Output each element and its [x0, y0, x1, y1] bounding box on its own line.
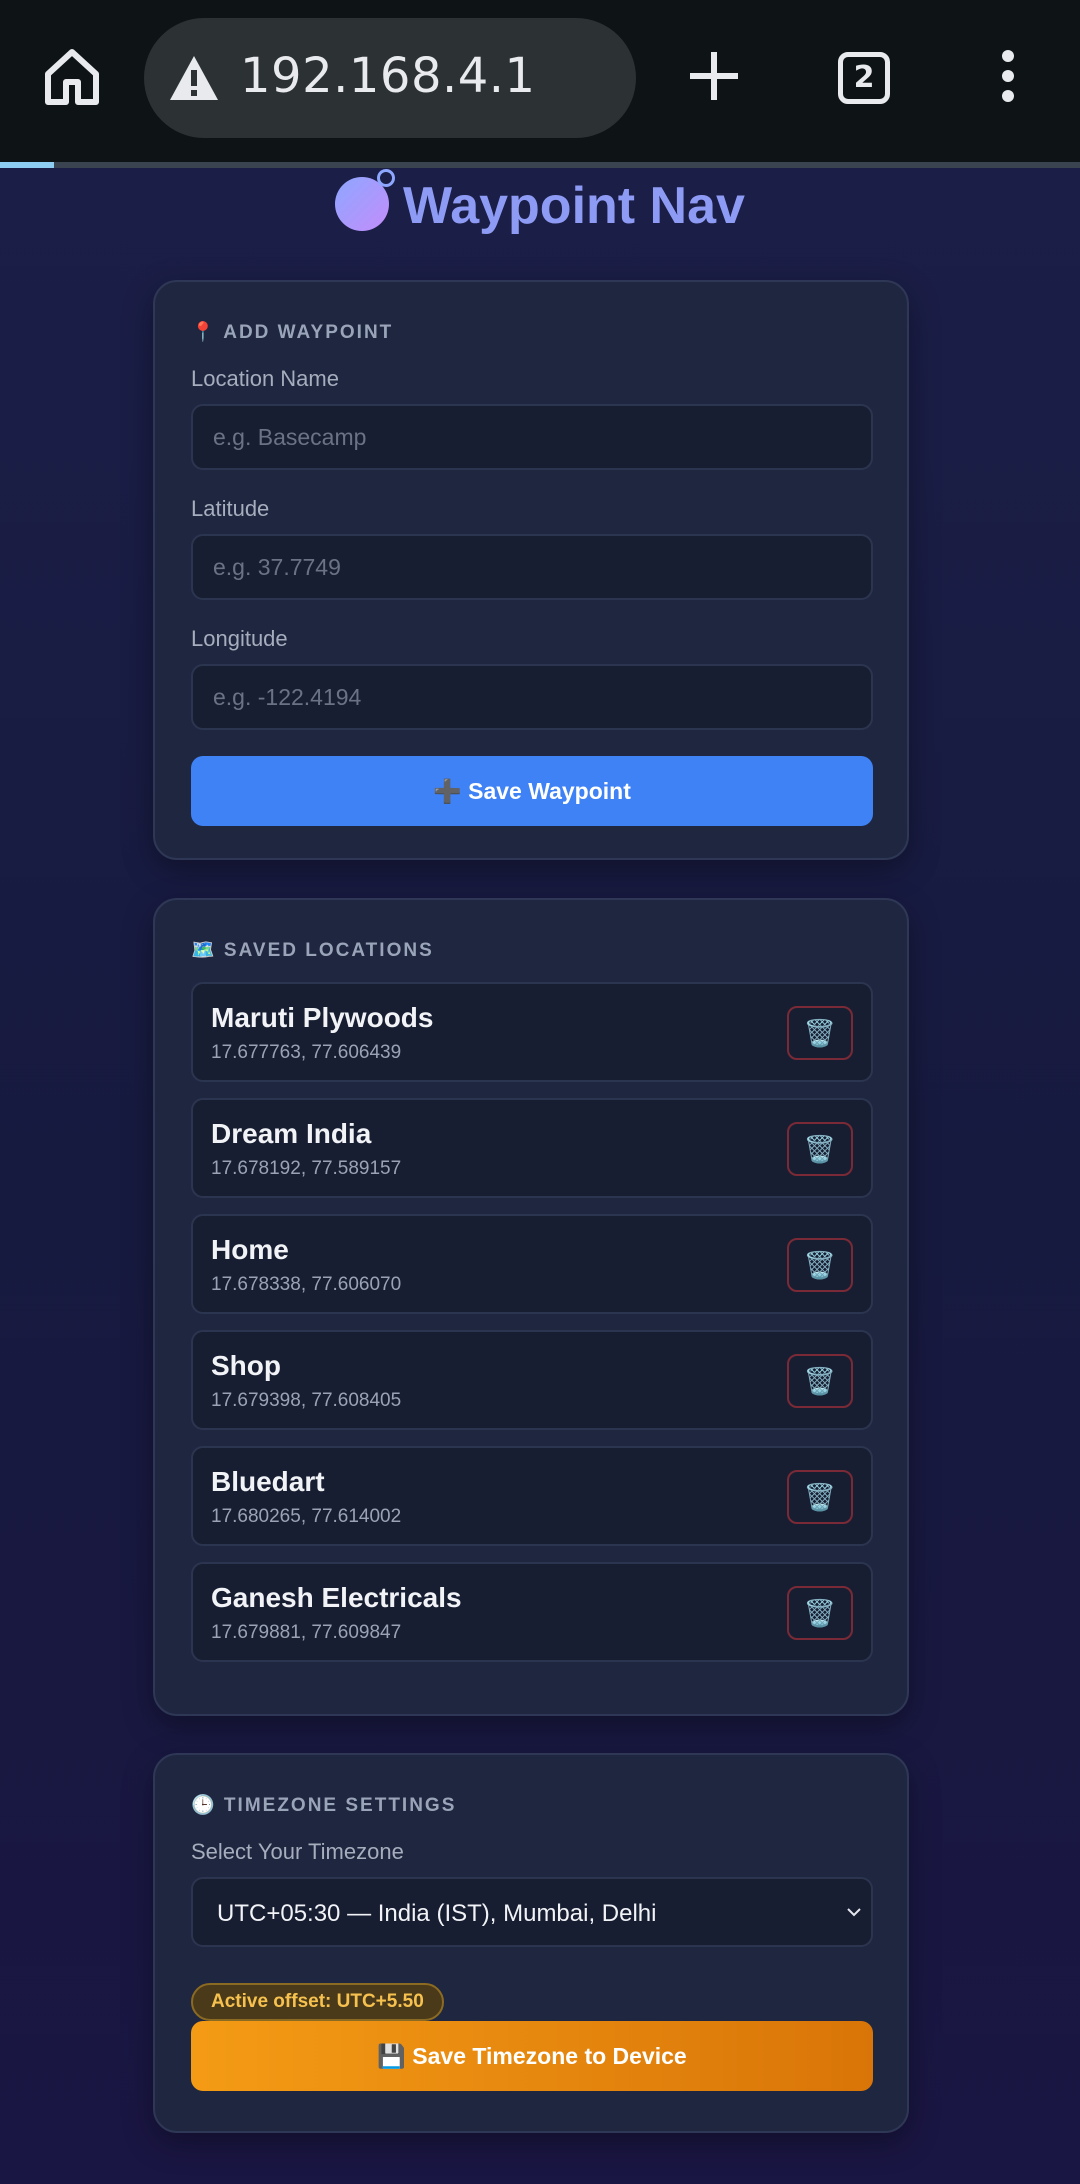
saved-location-item[interactable]: Home 17.678338, 77.606070 🗑️	[191, 1214, 873, 1314]
saved-location-item[interactable]: Dream India 17.678192, 77.589157 🗑️	[191, 1098, 873, 1198]
trash-icon[interactable]: 🗑️	[787, 1122, 853, 1176]
saved-location-coords: 17.680265, 77.614002	[211, 1506, 402, 1527]
url-text[interactable]: 192.168.4.1	[240, 48, 536, 104]
saved-location-name: Maruti Plywoods	[211, 1002, 434, 1033]
saved-location-coords: 17.678192, 77.589157	[211, 1158, 402, 1179]
active-offset-badge: Active offset: UTC+5.50	[191, 1983, 444, 2021]
trash-icon[interactable]: 🗑️	[787, 1006, 853, 1060]
trash-icon[interactable]: 🗑️	[787, 1354, 853, 1408]
timezone-header: 🕒 TIMEZONE SETTINGS	[191, 1795, 457, 1816]
saved-location-name: Ganesh Electricals	[211, 1582, 462, 1613]
globe-icon	[335, 169, 396, 231]
timezone-card: 🕒 TIMEZONE SETTINGS Select Your Timezone…	[153, 1753, 909, 2133]
timezone-select[interactable]: UTC+05:30 — India (IST), Mumbai, Delhi	[191, 1877, 873, 1947]
app-title: Waypoint Nav	[0, 169, 1080, 236]
warning-icon[interactable]	[168, 54, 220, 102]
latitude-label: Latitude	[191, 496, 270, 521]
saved-location-item[interactable]: Maruti Plywoods 17.677763, 77.606439 🗑️	[191, 982, 873, 1082]
saved-location-name: Home	[211, 1234, 289, 1265]
longitude-input[interactable]	[191, 664, 873, 730]
saved-location-item[interactable]: Shop 17.679398, 77.608405 🗑️	[191, 1330, 873, 1430]
saved-location-coords: 17.678338, 77.606070	[211, 1274, 402, 1295]
trash-icon[interactable]: 🗑️	[787, 1470, 853, 1524]
page: Waypoint Nav 📍 ADD WAYPOINT Location Nam…	[0, 168, 1080, 2184]
latitude-input[interactable]	[191, 534, 873, 600]
location-name-label: Location Name	[191, 366, 339, 391]
app-title-text: Waypoint Nav	[403, 177, 745, 235]
saved-location-name: Bluedart	[211, 1466, 325, 1497]
save-waypoint-button[interactable]: ➕ Save Waypoint	[191, 756, 873, 826]
saved-locations-card: 🗺️ SAVED LOCATIONS Maruti Plywoods 17.677…	[153, 898, 909, 1716]
saved-location-coords: 17.679398, 77.608405	[211, 1390, 402, 1411]
saved-location-coords: 17.679881, 77.609847	[211, 1622, 402, 1643]
more-menu-icon[interactable]	[996, 50, 1020, 106]
trash-icon[interactable]: 🗑️	[787, 1586, 853, 1640]
saved-location-name: Shop	[211, 1350, 281, 1381]
saved-location-item[interactable]: Ganesh Electricals 17.679881, 77.609847 🗑️	[191, 1562, 873, 1662]
new-tab-icon[interactable]	[688, 50, 740, 102]
trash-icon[interactable]: 🗑️	[787, 1238, 853, 1292]
address-bar[interactable]: 192.168.4.1	[144, 18, 636, 138]
saved-location-coords: 17.677763, 77.606439	[211, 1042, 402, 1063]
chevron-down-icon	[845, 1903, 863, 1921]
timezone-select-label: Select Your Timezone	[191, 1839, 404, 1864]
save-timezone-button[interactable]: 💾 Save Timezone to Device	[191, 2021, 873, 2091]
add-waypoint-header: 📍 ADD WAYPOINT	[191, 322, 394, 343]
longitude-label: Longitude	[191, 626, 288, 651]
home-icon[interactable]	[40, 44, 104, 108]
location-name-input[interactable]	[191, 404, 873, 470]
browser-toolbar: 192.168.4.1 2	[0, 0, 1080, 162]
tab-switcher-button[interactable]: 2	[838, 52, 890, 104]
saved-location-name: Dream India	[211, 1118, 372, 1149]
timezone-selected-value: UTC+05:30 — India (IST), Mumbai, Delhi	[217, 1900, 657, 1927]
saved-locations-header: 🗺️ SAVED LOCATIONS	[191, 940, 434, 961]
saved-location-item[interactable]: Bluedart 17.680265, 77.614002 🗑️	[191, 1446, 873, 1546]
add-waypoint-card: 📍 ADD WAYPOINT Location Name Latitude Lo…	[153, 280, 909, 860]
